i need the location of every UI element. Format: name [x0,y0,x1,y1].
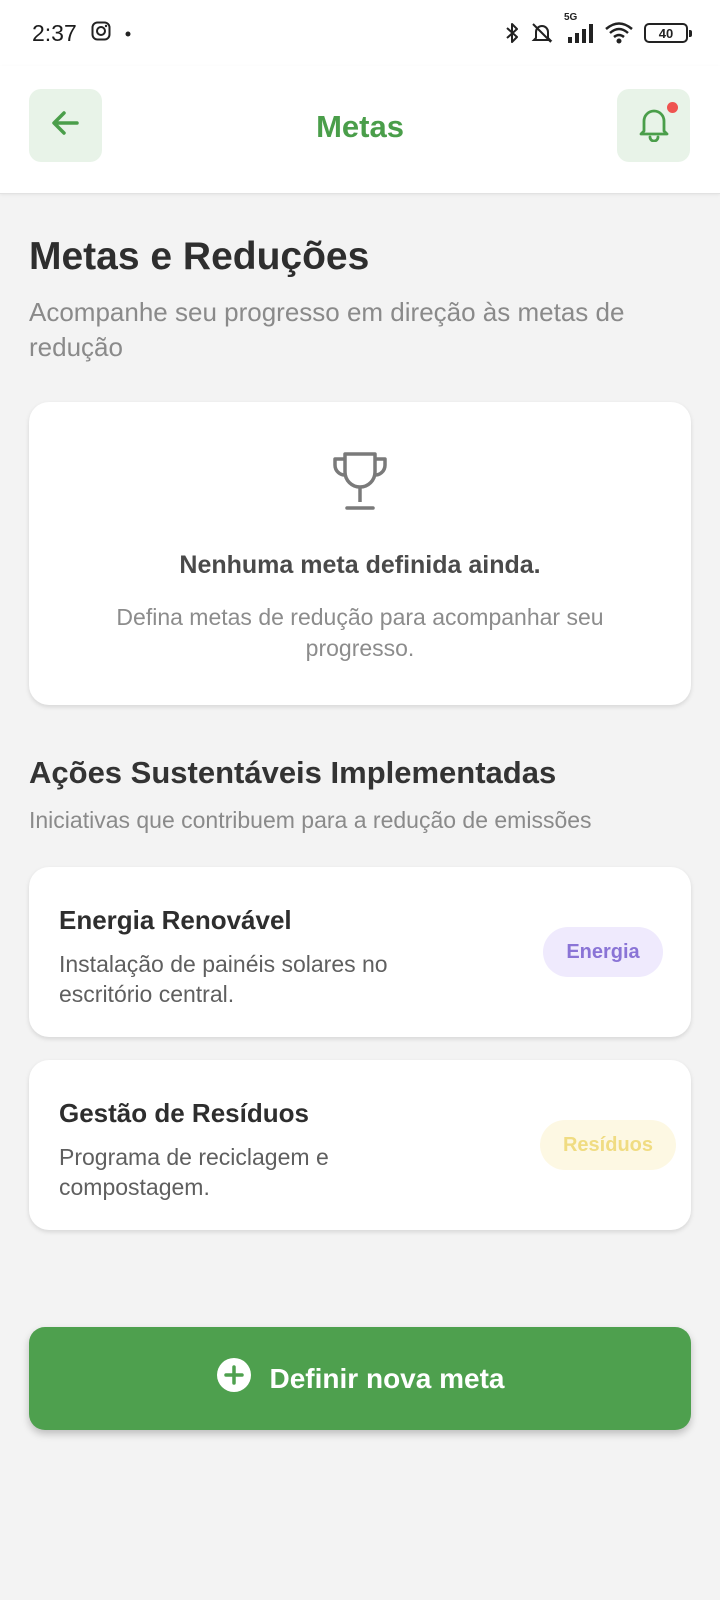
wifi-icon [604,21,634,45]
dot-icon [125,24,131,42]
instagram-icon [91,21,111,46]
define-new-goal-label: Definir nova meta [269,1362,505,1394]
empty-state-description: Defina metas de redução para acompanhar … [116,604,604,661]
category-tag: Energia [543,927,663,977]
trophy-wrap [29,448,691,519]
category-tag: Resíduos [540,1120,676,1170]
battery-icon: 40 [644,23,692,43]
signal-icon: 5G [564,12,594,44]
action-card-energia: Energia Renovável Instalação de painéis … [29,867,691,1037]
plus-circle-icon [216,1357,252,1400]
status-right: 5G 40 [504,12,692,45]
status-time: 2:37 [32,19,77,46]
action-card-residuos: Gestão de Resíduos Programa de reciclage… [29,1060,691,1230]
notification-dot [667,102,678,113]
app-header: Metas [0,66,720,194]
action-description: Instalação de painéis solares no escritó… [59,951,388,1007]
action-description: Programa de reciclagem e compostagem. [59,1144,329,1200]
trophy-icon [327,448,393,519]
empty-goals-card: Nenhuma meta definida ainda. Defina meta… [29,402,691,705]
bell-icon [636,104,672,147]
define-new-goal-button[interactable]: Definir nova meta [29,1327,691,1430]
action-title: Energia Renovável [59,905,292,935]
page-title: Metas e Reduções [29,235,370,278]
section-title: Ações Sustentáveis Implementadas [29,755,557,790]
status-left: 2:37 [32,20,131,47]
action-title: Gestão de Resíduos [59,1098,309,1128]
network-label: 5G [564,12,578,23]
empty-state-title: Nenhuma meta definida ainda. [179,551,541,579]
status-bar: 2:37 5G 40 [0,0,720,66]
header-title: Metas [316,109,404,144]
notifications-button[interactable] [617,89,690,162]
mute-icon [530,21,554,45]
page-subtitle: Acompanhe seu progresso em direção às me… [29,297,625,362]
section-subtitle: Iniciativas que contribuem para a reduçã… [29,807,592,833]
bluetooth-icon [504,21,520,45]
